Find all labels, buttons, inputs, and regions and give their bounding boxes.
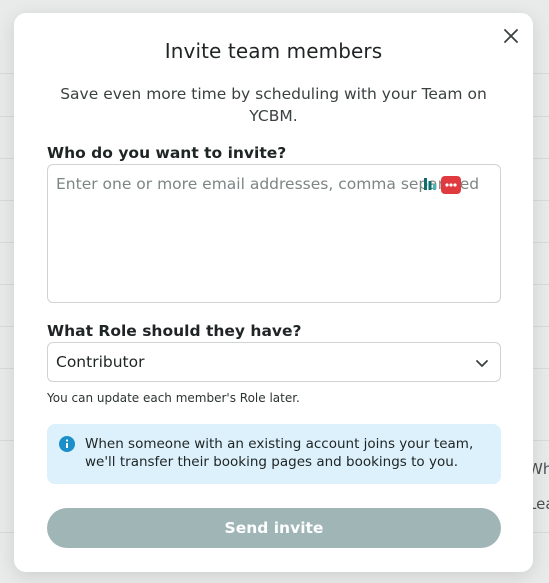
modal-title: Invite team members bbox=[164, 39, 383, 63]
role-helper-text: You can update each member's Role later. bbox=[47, 391, 300, 405]
chevron-down-icon bbox=[476, 360, 488, 367]
invite-modal: Invite team members Save even more time … bbox=[14, 13, 533, 572]
role-select[interactable]: Contributor bbox=[47, 342, 501, 382]
invite-label: Who do you want to invite? bbox=[47, 144, 287, 162]
send-invite-button[interactable]: Send invite bbox=[47, 508, 501, 548]
info-icon bbox=[59, 436, 75, 452]
info-notice: When someone with an existing account jo… bbox=[47, 424, 501, 484]
role-label: What Role should they have? bbox=[47, 322, 302, 340]
grammar-extension-icon[interactable] bbox=[424, 177, 436, 191]
dots-icon bbox=[445, 183, 457, 187]
info-notice-text: When someone with an existing account jo… bbox=[85, 436, 474, 470]
password-manager-icon[interactable] bbox=[441, 176, 461, 194]
modal-subtitle: Save even more time by scheduling with y… bbox=[60, 85, 487, 125]
role-selected-value: Contributor bbox=[56, 353, 145, 371]
